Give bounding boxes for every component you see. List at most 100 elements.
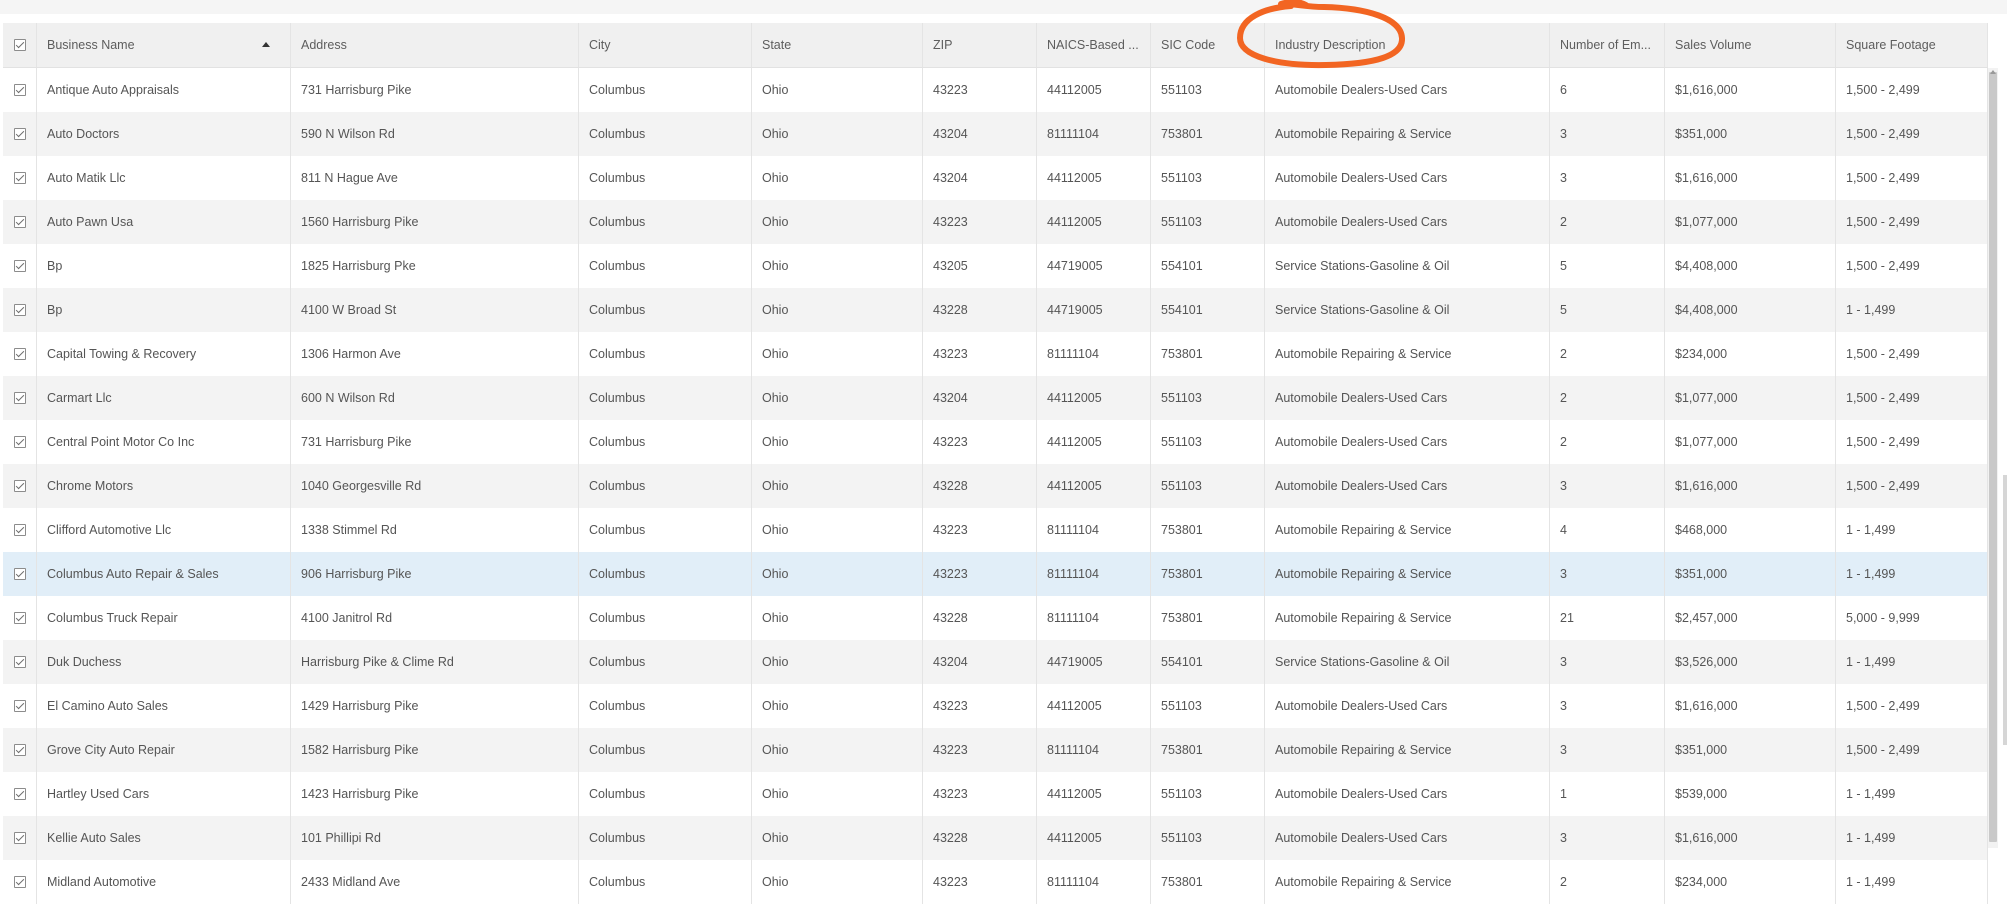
table-row[interactable]: Columbus Auto Repair & Sales 906 Harrisbu…	[3, 552, 1988, 596]
cell-sales-volume[interactable]: $351,000	[1665, 552, 1836, 596]
cell-address[interactable]: 1429 Harrisburg Pike	[291, 684, 579, 728]
cell-zip[interactable]: 43204	[923, 112, 1037, 156]
cell-city[interactable]: Columbus	[579, 332, 752, 376]
cell-naics[interactable]: 44112005	[1037, 376, 1151, 420]
cell-sales-volume[interactable]: $1,077,000	[1665, 200, 1836, 244]
cell-address[interactable]: 731 Harrisburg Pike	[291, 68, 579, 112]
cell-number-of-employees[interactable]: 3	[1550, 112, 1665, 156]
cell-zip[interactable]: 43223	[923, 420, 1037, 464]
table-row[interactable]: Chrome Motors 1040 Georgesville Rd Columbu…	[3, 464, 1988, 508]
cell-city[interactable]: Columbus	[579, 596, 752, 640]
column-header-sic-code[interactable]: SIC Code	[1151, 23, 1265, 67]
cell-sales-volume[interactable]: $1,616,000	[1665, 68, 1836, 112]
cell-number-of-employees[interactable]: 2	[1550, 420, 1665, 464]
cell-number-of-employees[interactable]: 6	[1550, 68, 1665, 112]
cell-state[interactable]: Ohio	[752, 420, 923, 464]
cell-state[interactable]: Ohio	[752, 112, 923, 156]
row-select-checkbox[interactable]	[3, 596, 37, 640]
cell-number-of-employees[interactable]: 3	[1550, 816, 1665, 860]
cell-industry-description[interactable]: Automobile Repairing & Service	[1265, 112, 1550, 156]
row-select-checkbox[interactable]	[3, 376, 37, 420]
cell-address[interactable]: 731 Harrisburg Pike	[291, 420, 579, 464]
cell-number-of-employees[interactable]: 2	[1550, 860, 1665, 904]
cell-number-of-employees[interactable]: 2	[1550, 332, 1665, 376]
column-header-state[interactable]: State	[752, 23, 923, 67]
cell-zip[interactable]: 43223	[923, 68, 1037, 112]
cell-sic-code[interactable]: 551103	[1151, 156, 1265, 200]
cell-naics[interactable]: 81111104	[1037, 332, 1151, 376]
cell-address[interactable]: 101 Phillipi Rd	[291, 816, 579, 860]
table-row[interactable]: Bp 1825 Harrisburg Pke Columbus Ohio 43205 44…	[3, 244, 1988, 288]
column-header-zip[interactable]: ZIP	[923, 23, 1037, 67]
row-select-checkbox[interactable]	[3, 816, 37, 860]
cell-naics[interactable]: 81111104	[1037, 112, 1151, 156]
cell-sic-code[interactable]: 753801	[1151, 508, 1265, 552]
cell-square-footage[interactable]: 1,500 - 2,499	[1836, 200, 1988, 244]
table-row[interactable]: Bp 4100 W Broad St Columbus Ohio 43228 447190…	[3, 288, 1988, 332]
column-header-business-name[interactable]: Business Name	[37, 23, 291, 67]
cell-square-footage[interactable]: 1,500 - 2,499	[1836, 684, 1988, 728]
cell-zip[interactable]: 43223	[923, 332, 1037, 376]
table-row[interactable]: Capital Towing & Recovery 1306 Harmon Ave…	[3, 332, 1988, 376]
cell-address[interactable]: 1582 Harrisburg Pike	[291, 728, 579, 772]
cell-city[interactable]: Columbus	[579, 552, 752, 596]
cell-square-footage[interactable]: 1,500 - 2,499	[1836, 728, 1988, 772]
cell-number-of-employees[interactable]: 3	[1550, 640, 1665, 684]
column-header-naics[interactable]: NAICS-Based ...	[1037, 23, 1151, 67]
cell-naics[interactable]: 44112005	[1037, 200, 1151, 244]
cell-square-footage[interactable]: 5,000 - 9,999	[1836, 596, 1988, 640]
cell-naics[interactable]: 81111104	[1037, 728, 1151, 772]
cell-zip[interactable]: 43223	[923, 728, 1037, 772]
table-row[interactable]: Carmart Llc 600 N Wilson Rd Columbus Ohio 43…	[3, 376, 1988, 420]
cell-naics[interactable]: 81111104	[1037, 596, 1151, 640]
cell-state[interactable]: Ohio	[752, 772, 923, 816]
table-row[interactable]: Central Point Motor Co Inc 731 Harrisburg…	[3, 420, 1988, 464]
scroll-up-arrow-icon[interactable]	[1990, 70, 1996, 74]
cell-business-name[interactable]: Columbus Truck Repair	[37, 596, 291, 640]
cell-sales-volume[interactable]: $1,077,000	[1665, 376, 1836, 420]
cell-business-name[interactable]: Grove City Auto Repair	[37, 728, 291, 772]
cell-business-name[interactable]: Auto Doctors	[37, 112, 291, 156]
cell-state[interactable]: Ohio	[752, 464, 923, 508]
cell-business-name[interactable]: Clifford Automotive Llc	[37, 508, 291, 552]
cell-city[interactable]: Columbus	[579, 860, 752, 904]
cell-square-footage[interactable]: 1 - 1,499	[1836, 508, 1988, 552]
table-row[interactable]: Columbus Truck Repair 4100 Janitrol Rd Col…	[3, 596, 1988, 640]
row-select-checkbox[interactable]	[3, 244, 37, 288]
column-header-industry-description[interactable]: Industry Description	[1265, 23, 1550, 67]
cell-state[interactable]: Ohio	[752, 332, 923, 376]
cell-number-of-employees[interactable]: 3	[1550, 156, 1665, 200]
row-select-checkbox[interactable]	[3, 860, 37, 904]
row-select-checkbox[interactable]	[3, 552, 37, 596]
cell-state[interactable]: Ohio	[752, 508, 923, 552]
cell-naics[interactable]: 81111104	[1037, 508, 1151, 552]
cell-business-name[interactable]: Duk Duchess	[37, 640, 291, 684]
cell-business-name[interactable]: Bp	[37, 288, 291, 332]
cell-sales-volume[interactable]: $1,077,000	[1665, 420, 1836, 464]
row-select-checkbox[interactable]	[3, 68, 37, 112]
cell-industry-description[interactable]: Automobile Repairing & Service	[1265, 596, 1550, 640]
cell-sales-volume[interactable]: $3,526,000	[1665, 640, 1836, 684]
cell-address[interactable]: 1338 Stimmel Rd	[291, 508, 579, 552]
cell-industry-description[interactable]: Service Stations-Gasoline & Oil	[1265, 288, 1550, 332]
cell-business-name[interactable]: Auto Pawn Usa	[37, 200, 291, 244]
cell-sic-code[interactable]: 551103	[1151, 200, 1265, 244]
select-all-checkbox[interactable]	[3, 23, 37, 67]
row-select-checkbox[interactable]	[3, 684, 37, 728]
cell-address[interactable]: 1306 Harmon Ave	[291, 332, 579, 376]
cell-industry-description[interactable]: Automobile Dealers-Used Cars	[1265, 68, 1550, 112]
cell-sales-volume[interactable]: $1,616,000	[1665, 156, 1836, 200]
cell-number-of-employees[interactable]: 3	[1550, 728, 1665, 772]
table-row[interactable]: Midland Automotive 2433 Midland Ave Columb…	[3, 860, 1988, 904]
row-select-checkbox[interactable]	[3, 200, 37, 244]
cell-naics[interactable]: 44112005	[1037, 68, 1151, 112]
cell-state[interactable]: Ohio	[752, 244, 923, 288]
cell-address[interactable]: 1560 Harrisburg Pike	[291, 200, 579, 244]
row-select-checkbox[interactable]	[3, 420, 37, 464]
cell-address[interactable]: 590 N Wilson Rd	[291, 112, 579, 156]
cell-state[interactable]: Ohio	[752, 684, 923, 728]
cell-sic-code[interactable]: 753801	[1151, 552, 1265, 596]
cell-zip[interactable]: 43223	[923, 508, 1037, 552]
column-header-address[interactable]: Address	[291, 23, 579, 67]
cell-zip[interactable]: 43204	[923, 376, 1037, 420]
